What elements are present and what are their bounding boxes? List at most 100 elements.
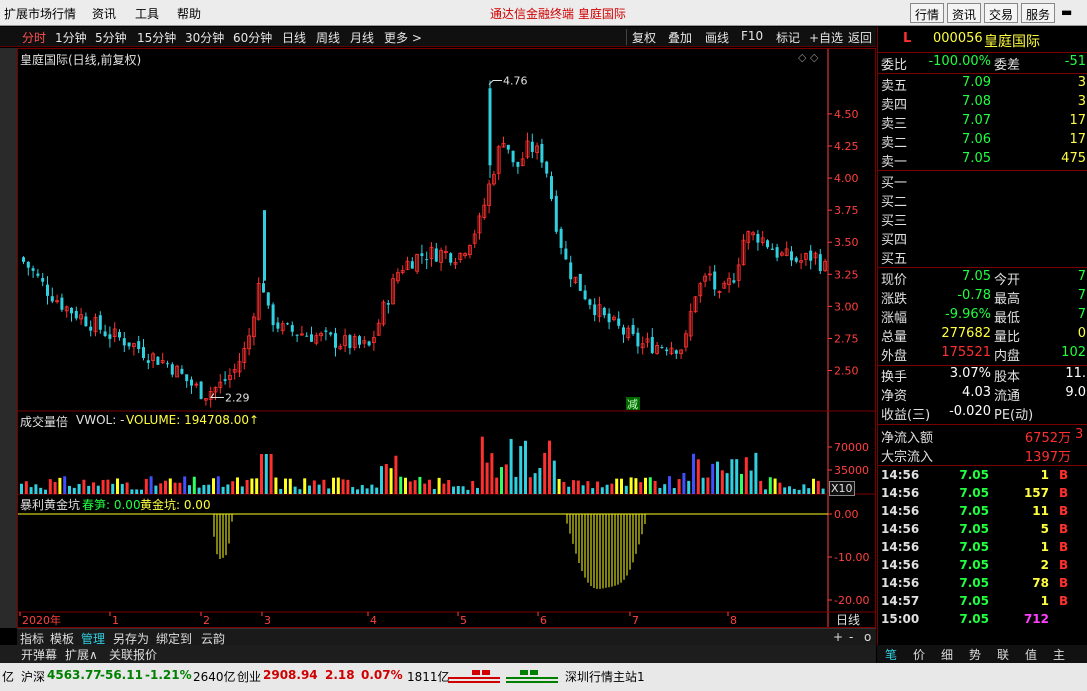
tick-volume: 2: [1040, 558, 1049, 572]
indicator-chunsun: 春笋: 0.00: [82, 498, 141, 512]
ask-row[interactable]: 卖五 7.09 3: [881, 75, 1086, 94]
stat-value-2: 7: [1077, 288, 1086, 303]
stat2-label-2: PE(动): [994, 408, 1034, 423]
hushen-value: 4563.77: [47, 668, 102, 682]
candle-body: [89, 326, 93, 331]
stat-label: 现价: [881, 273, 908, 288]
candle-body: [263, 210, 266, 281]
chuangye-label[interactable]: 创业: [237, 668, 261, 685]
candle-body: [166, 363, 169, 365]
tab-5min[interactable]: 5分钟: [95, 29, 127, 46]
tab-weekly[interactable]: 周线: [316, 29, 340, 46]
tab-60min[interactable]: 60分钟: [233, 29, 272, 46]
ask-row[interactable]: 卖一 7.05 475: [881, 151, 1086, 170]
stat2-label: 净资: [881, 389, 908, 404]
ask-row[interactable]: 卖二 7.06 17: [881, 132, 1086, 151]
related-quotes-button[interactable]: 关联报价: [109, 646, 157, 663]
volume-bar: [476, 487, 479, 494]
ask-row[interactable]: 卖三 7.07 17: [881, 113, 1086, 132]
menu-news[interactable]: 资讯: [92, 5, 116, 22]
kline-chart-svg[interactable]: 4.50 4.25 4.00 3.75 3.50 3.25 3.00 2.75 2.50 4.76…: [18, 49, 875, 627]
bid-row[interactable]: 买二: [881, 191, 1086, 210]
tab-more[interactable]: 更多 >: [384, 29, 422, 46]
volume-bar: [375, 487, 379, 494]
flow-row: 净流入额 6752万 3: [881, 427, 1086, 446]
volume-bar: [548, 440, 551, 494]
tab-30min[interactable]: 30分钟: [185, 29, 224, 46]
quote-tab[interactable]: 细: [941, 646, 953, 663]
volume-bar: [644, 477, 647, 494]
candle-body: [660, 347, 664, 349]
expand-button[interactable]: 扩展∧: [65, 646, 98, 663]
reset-button[interactable]: o: [864, 630, 871, 644]
bid-row[interactable]: 买一: [881, 172, 1086, 191]
stat-value-2: 7: [1077, 269, 1086, 284]
tick-flag: B: [1059, 540, 1069, 554]
volume-bar: [216, 476, 220, 494]
minimize-icon[interactable]: ▬: [1061, 5, 1072, 19]
stat2-row: 净资 4.03 流通 9.0: [881, 385, 1086, 404]
volume-bar: [164, 480, 167, 494]
tab-15min[interactable]: 15分钟: [137, 29, 176, 46]
volume-bar: [792, 488, 796, 494]
tab-1min[interactable]: 1分钟: [55, 29, 87, 46]
price-tick-label: 2.50: [834, 365, 859, 378]
mark-button[interactable]: 标记: [776, 29, 800, 46]
menu-help[interactable]: 帮助: [177, 5, 201, 22]
indicator-tabs: 指标 模板 管理 另存为 绑定到 云韵 + - o: [17, 628, 876, 646]
candle-body: [50, 296, 54, 302]
overlay-button[interactable]: 叠加: [668, 29, 692, 46]
weicha-label: 委差: [994, 58, 1021, 73]
bid-row[interactable]: 买三: [881, 210, 1086, 229]
quote-tab[interactable]: 值: [1025, 646, 1037, 663]
volume-bar: [812, 478, 815, 494]
volume-bar: [336, 477, 340, 494]
danmaku-button[interactable]: 开弹幕: [21, 646, 57, 663]
quote-tab[interactable]: 笔: [885, 646, 897, 663]
market-prefix: L: [903, 31, 912, 46]
menu-extended-market[interactable]: 扩展市场行情: [4, 5, 76, 22]
quote-tab[interactable]: 势: [969, 646, 981, 663]
volume-unit-badge[interactable]: X10: [829, 481, 855, 496]
kline-chart-area[interactable]: 4.50 4.25 4.00 3.75 3.50 3.25 3.00 2.75 2.50 4.76…: [17, 48, 876, 628]
bid-row[interactable]: 买五: [881, 248, 1086, 267]
ask-row[interactable]: 卖四 7.08 3: [881, 94, 1086, 113]
candle-body: [286, 323, 289, 325]
tab-monthly[interactable]: 月线: [350, 29, 374, 46]
menu-tools[interactable]: 工具: [135, 5, 159, 22]
trade-button[interactable]: 交易: [984, 3, 1019, 23]
volume-bar: [20, 483, 23, 494]
server-name[interactable]: 深圳行情主站1: [565, 668, 645, 685]
service-button[interactable]: 服务: [1021, 3, 1056, 23]
ask-price: 7.08: [962, 94, 991, 109]
candle-body: [118, 331, 121, 338]
tab-daily[interactable]: 日线: [282, 29, 306, 46]
bid-row[interactable]: 买四: [881, 229, 1086, 248]
volume-bar: [442, 483, 446, 494]
back-button[interactable]: 返回: [848, 29, 872, 46]
status-bar: 亿 沪深 4563.77 -56.11 -1.21% 2640亿 创业 2908…: [0, 663, 1087, 691]
add-watchlist-button[interactable]: +自选: [809, 29, 843, 46]
tab-timeshare[interactable]: 分时: [22, 29, 46, 46]
volume-bar: [778, 482, 782, 494]
stat-label-2: 今开: [994, 273, 1021, 288]
quote-tab[interactable]: 联: [997, 646, 1009, 663]
quote-tab[interactable]: 主: [1053, 646, 1065, 663]
volume-bar: [519, 446, 523, 494]
quote-tab[interactable]: 价: [913, 646, 925, 663]
quotes-button[interactable]: 行情: [910, 3, 945, 23]
draw-line-button[interactable]: 画线: [705, 29, 729, 46]
zoom-out-button[interactable]: -: [849, 630, 853, 644]
f10-button[interactable]: F10: [741, 29, 763, 43]
indicator-tick-label: 0.00: [834, 508, 859, 521]
hushen-label[interactable]: 沪深: [21, 668, 45, 685]
adjust-button[interactable]: 复权: [632, 29, 656, 46]
volume-bar: [696, 459, 700, 494]
zoom-in-button[interactable]: +: [833, 630, 843, 644]
chart-diamond-icon[interactable]: ◇ ◇: [798, 51, 818, 64]
volume-bar: [226, 484, 230, 494]
candle-body: [199, 381, 203, 399]
news-button[interactable]: 资讯: [947, 3, 982, 23]
candle-body: [46, 284, 49, 296]
price-tick-label: 3.75: [834, 204, 859, 217]
